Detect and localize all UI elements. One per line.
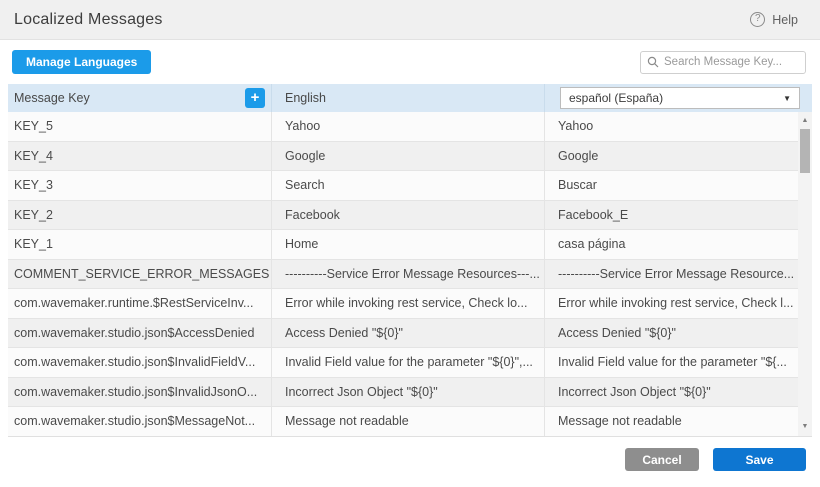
language-select[interactable]: español (España) ▼ xyxy=(560,87,800,109)
plus-icon: + xyxy=(251,89,260,106)
footer: Cancel Save xyxy=(0,437,820,487)
translation-cell: Google xyxy=(545,142,798,171)
translation-cell: casa página xyxy=(545,230,798,259)
search-box xyxy=(640,51,806,74)
column-header-message-key: Message Key + xyxy=(8,84,272,112)
english-cell: Facebook xyxy=(272,201,545,230)
search-icon xyxy=(647,56,659,68)
english-label: English xyxy=(285,91,326,105)
table-row[interactable]: com.wavemaker.studio.json$AccessDenied A… xyxy=(8,319,798,349)
manage-languages-button[interactable]: Manage Languages xyxy=(12,50,151,74)
translation-cell: Access Denied "${0}" xyxy=(545,319,798,348)
message-key-cell: com.wavemaker.studio.json$InvalidJsonO..… xyxy=(8,378,272,407)
message-key-cell: com.wavemaker.studio.json$AccessDenied xyxy=(8,319,272,348)
table-row[interactable]: com.wavemaker.studio.json$MessageNot... … xyxy=(8,407,798,437)
table-row[interactable]: KEY_2 Facebook Facebook_E xyxy=(8,201,798,231)
table-row[interactable]: KEY_1 Home casa página xyxy=(8,230,798,260)
message-key-cell: KEY_3 xyxy=(8,171,272,200)
table-row[interactable]: COMMENT_SERVICE_ERROR_MESSAGES ---------… xyxy=(8,260,798,290)
save-button[interactable]: Save xyxy=(713,448,806,471)
english-cell: Search xyxy=(272,171,545,200)
translation-cell: ----------Service Error Message Resource… xyxy=(545,260,798,289)
english-cell: Google xyxy=(272,142,545,171)
message-key-label: Message Key xyxy=(14,91,90,105)
table-body: KEY_5 Yahoo Yahoo KEY_4 Google Google KE… xyxy=(8,112,798,437)
table-header: Message Key + English español (España) ▼ xyxy=(8,84,812,112)
message-key-cell: KEY_1 xyxy=(8,230,272,259)
message-key-cell: COMMENT_SERVICE_ERROR_MESSAGES xyxy=(8,260,272,289)
column-header-english: English xyxy=(272,84,545,112)
english-cell: Access Denied "${0}" xyxy=(272,319,545,348)
chevron-down-icon: ▼ xyxy=(783,94,791,103)
table-row[interactable]: KEY_3 Search Buscar xyxy=(8,171,798,201)
message-key-cell: com.wavemaker.runtime.$RestServiceInv... xyxy=(8,289,272,318)
table-row[interactable]: KEY_4 Google Google xyxy=(8,142,798,172)
scroll-up-button[interactable]: ▲ xyxy=(798,114,812,128)
translation-cell: Message not readable xyxy=(545,407,798,436)
translation-cell: Buscar xyxy=(545,171,798,200)
english-cell: Yahoo xyxy=(272,112,545,141)
scroll-down-button[interactable]: ▼ xyxy=(798,420,812,434)
help-icon: ? xyxy=(750,12,765,27)
translation-cell: Yahoo xyxy=(545,112,798,141)
english-cell: Home xyxy=(272,230,545,259)
english-cell: Incorrect Json Object "${0}" xyxy=(272,378,545,407)
table-scrollbar[interactable]: ▲ ▼ xyxy=(798,112,812,436)
scrollbar-thumb[interactable] xyxy=(800,129,810,173)
message-key-cell: KEY_5 xyxy=(8,112,272,141)
translation-cell: Incorrect Json Object "${0}" xyxy=(545,378,798,407)
translation-cell: Invalid Field value for the parameter "$… xyxy=(545,348,798,377)
localized-messages-dialog: Localized Messages ? Help Manage Languag… xyxy=(0,0,820,487)
table-row[interactable]: KEY_5 Yahoo Yahoo xyxy=(8,112,798,142)
page-title: Localized Messages xyxy=(14,11,163,29)
help-label: Help xyxy=(772,13,798,27)
message-key-cell: com.wavemaker.studio.json$MessageNot... xyxy=(8,407,272,436)
language-select-value: español (España) xyxy=(569,91,663,105)
english-cell: Message not readable xyxy=(272,407,545,436)
english-cell: Error while invoking rest service, Check… xyxy=(272,289,545,318)
message-key-cell: KEY_2 xyxy=(8,201,272,230)
add-message-key-button[interactable]: + xyxy=(245,88,265,108)
column-header-language: español (España) ▼ xyxy=(545,84,812,112)
table-body-wrap: KEY_5 Yahoo Yahoo KEY_4 Google Google KE… xyxy=(8,112,812,437)
cancel-button[interactable]: Cancel xyxy=(625,448,699,471)
english-cell: Invalid Field value for the parameter "$… xyxy=(272,348,545,377)
messages-table: Message Key + English español (España) ▼… xyxy=(8,84,812,437)
table-row[interactable]: com.wavemaker.runtime.$RestServiceInv...… xyxy=(8,289,798,319)
message-key-cell: com.wavemaker.studio.json$InvalidFieldV.… xyxy=(8,348,272,377)
translation-cell: Error while invoking rest service, Check… xyxy=(545,289,798,318)
search-input[interactable] xyxy=(664,56,799,68)
message-key-cell: KEY_4 xyxy=(8,142,272,171)
table-row[interactable]: com.wavemaker.studio.json$InvalidJsonO..… xyxy=(8,378,798,408)
titlebar: Localized Messages ? Help xyxy=(0,0,820,40)
translation-cell: Facebook_E xyxy=(545,201,798,230)
english-cell: ----------Service Error Message Resource… xyxy=(272,260,545,289)
toolbar: Manage Languages xyxy=(0,40,820,84)
help-link[interactable]: ? Help xyxy=(750,12,798,27)
table-row[interactable]: com.wavemaker.studio.json$InvalidFieldV.… xyxy=(8,348,798,378)
